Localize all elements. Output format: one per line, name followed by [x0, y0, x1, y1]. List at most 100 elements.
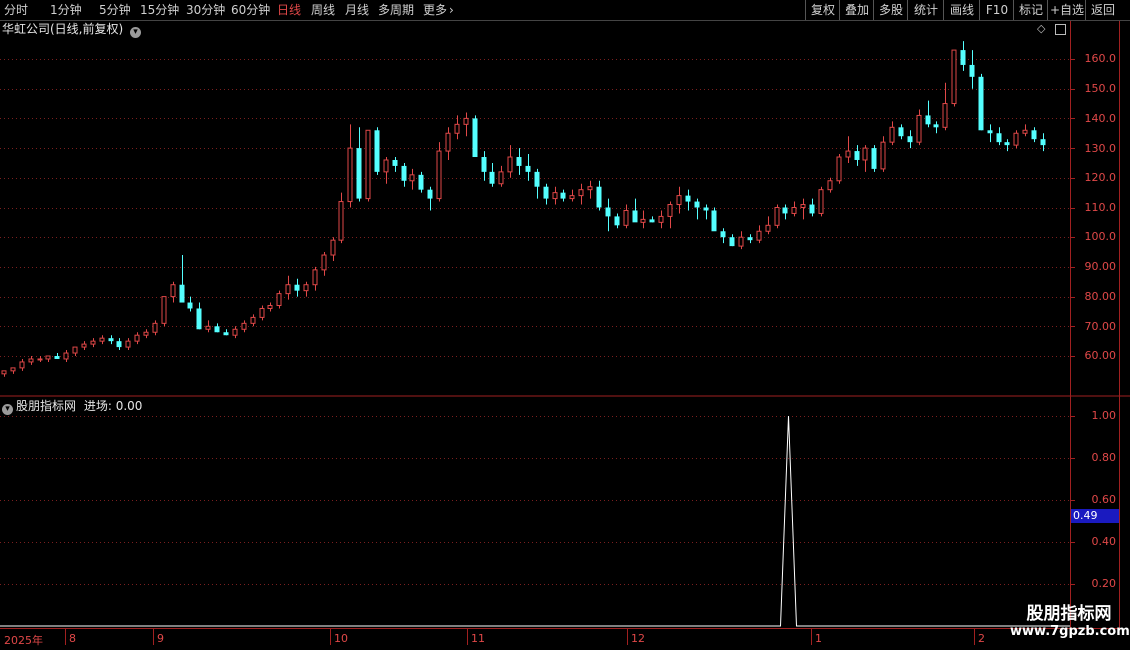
circle-chevron-down-icon[interactable]: ▾: [130, 27, 142, 38]
date-label: 12: [631, 632, 645, 645]
candle-body-up: [676, 195, 682, 206]
indicator-source-label: 股朋指标网: [16, 399, 77, 413]
value-tick: 0.80: [1091, 451, 1117, 464]
watermark: 股朋指标网 www.7gpzb.com: [1010, 604, 1130, 640]
candle-body-down: [809, 204, 815, 214]
current-value-marker: 0.49: [1071, 509, 1119, 523]
price-tick: 60.00: [1084, 349, 1117, 362]
price-tick: 70.00: [1084, 320, 1117, 333]
indicator-line: [0, 415, 1070, 627]
diamond-icon[interactable]: ◇: [1037, 22, 1045, 35]
window-icon[interactable]: [1055, 24, 1066, 35]
candle-body-down: [294, 284, 300, 291]
candle-body-up: [143, 331, 149, 336]
candle-body-down: [472, 118, 478, 158]
candle-body-down: [418, 174, 424, 190]
stock-title: 华虹公司(日线,前复权): [2, 22, 124, 36]
price-tick: 100.0: [1084, 230, 1117, 243]
candle-body-up: [765, 224, 771, 232]
date-label: 8: [69, 632, 76, 645]
price-tick: 140.0: [1084, 112, 1117, 125]
candle-body-up: [125, 340, 131, 348]
candle-body-down: [1040, 139, 1046, 146]
candle-body-up: [276, 293, 282, 307]
candle-body-up: [800, 204, 806, 208]
date-label: 1: [815, 632, 822, 645]
candle-body-down: [605, 207, 611, 217]
date-label: 2: [978, 632, 985, 645]
circle-chevron-down-icon[interactable]: ▾: [2, 404, 13, 415]
candle-body-up: [774, 207, 780, 226]
candle-body-up: [445, 132, 451, 152]
candle-body-down: [711, 210, 717, 232]
candle-body-down: [489, 171, 495, 184]
kline-chart[interactable]: [0, 0, 1130, 650]
candle-body-up: [1, 370, 7, 375]
candle-body-down: [560, 192, 566, 199]
candle-body-down: [179, 284, 185, 303]
candle-body-up: [791, 207, 797, 214]
candle-body-up: [170, 284, 176, 298]
candle-body-down: [392, 159, 398, 166]
candle-body-up: [578, 189, 584, 197]
price-tick: 130.0: [1084, 142, 1117, 155]
candle-body-down: [649, 219, 655, 223]
value-tick: 0.20: [1091, 577, 1117, 590]
candle-body-down: [116, 341, 122, 348]
candle-body-up: [259, 307, 265, 318]
candle-body-up: [267, 305, 273, 309]
indicator-value: 0.00: [115, 399, 143, 413]
main-grid: [0, 59, 1075, 357]
candle-body-down: [782, 207, 788, 214]
candle-body-up: [45, 355, 51, 360]
candle-body-down: [720, 231, 726, 238]
price-tick: 80.00: [1084, 290, 1117, 303]
candle-body-down: [960, 50, 966, 65]
date-label: 9: [157, 632, 164, 645]
candle-body-up: [330, 239, 336, 256]
price-tick: 90.00: [1084, 260, 1117, 273]
candle-body-up: [818, 189, 824, 214]
candle-body-down: [747, 237, 753, 241]
indicator-name: 进场:: [83, 399, 112, 413]
candle-body-up: [409, 174, 415, 182]
candle-body-up: [640, 218, 646, 223]
candle-body-down: [996, 133, 1002, 143]
candle-body-up: [37, 358, 43, 361]
price-tick: 150.0: [1084, 82, 1117, 95]
candle-body-down: [907, 136, 913, 143]
candle-body-down: [978, 76, 984, 131]
candle-body-up: [347, 147, 353, 203]
sub-chart-title: ▾ 股朋指标网 进场: 0.00: [2, 399, 143, 415]
main-chart-title[interactable]: 华虹公司(日线,前复权) ▾: [2, 22, 142, 38]
candle-body-up: [134, 334, 140, 342]
candle-body-up: [880, 141, 886, 170]
candle-body-up: [889, 126, 895, 143]
candle-body-down: [969, 64, 975, 77]
candle-body-down: [427, 189, 433, 199]
candle-body-up: [81, 343, 87, 348]
price-tick: 120.0: [1084, 171, 1117, 184]
candle-body-up: [916, 114, 922, 143]
candle-body-up: [436, 150, 442, 200]
price-tick: 110.0: [1084, 201, 1117, 214]
candle-body-down: [703, 207, 709, 211]
candle-body-up: [241, 322, 247, 330]
candle-body-down: [685, 195, 691, 202]
candle-body-down: [1031, 130, 1037, 140]
candle-body-down: [729, 237, 735, 247]
candle-body-up: [72, 346, 78, 354]
candle-body-up: [756, 230, 762, 241]
candle-body-up: [152, 322, 158, 333]
candle-body-down: [596, 186, 602, 208]
candle-body-down: [543, 186, 549, 199]
candle-body-down: [987, 130, 993, 134]
candle-body-up: [63, 352, 69, 360]
sub-grid: [0, 416, 1075, 585]
candle-body-down: [1004, 142, 1010, 146]
date-label: 10: [334, 632, 348, 645]
candle-body-up: [951, 49, 957, 105]
candle-body-down: [401, 165, 407, 181]
candle-body-up: [845, 150, 851, 158]
candle-body-up: [383, 159, 389, 173]
